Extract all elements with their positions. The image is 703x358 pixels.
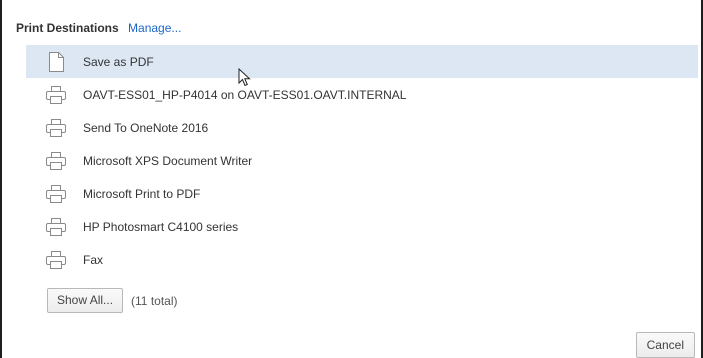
mouse-pointer-icon (238, 68, 251, 87)
destination-item-onenote[interactable]: Send To OneNote 2016 (26, 111, 698, 144)
print-destinations-dialog: Print Destinations Manage... Save as PDF (0, 0, 703, 358)
printer-icon (46, 184, 66, 204)
destination-label: Save as PDF (83, 54, 154, 69)
printer-icon (46, 85, 66, 105)
destination-label: Send To OneNote 2016 (83, 120, 209, 135)
destination-item-print-to-pdf[interactable]: Microsoft Print to PDF (26, 177, 698, 210)
printer-icon (46, 217, 66, 237)
destination-label: Microsoft Print to PDF (83, 186, 201, 201)
destination-item-xps-writer[interactable]: Microsoft XPS Document Writer (26, 144, 698, 177)
printer-icon (46, 118, 66, 138)
cancel-button[interactable]: Cancel (635, 332, 695, 358)
dialog-header: Print Destinations Manage... (16, 21, 181, 35)
manage-link[interactable]: Manage... (128, 21, 181, 35)
pdf-page-icon (46, 51, 66, 72)
total-count: (11 total) (131, 293, 178, 308)
destination-list: Save as PDF OAVT-ESS01_HP-P4014 on OAVT-… (26, 45, 698, 276)
destination-item-oavt-printer[interactable]: OAVT-ESS01_HP-P4014 on OAVT-ESS01.OAVT.I… (26, 78, 698, 111)
printer-icon (46, 250, 66, 270)
destination-label: Microsoft XPS Document Writer (83, 153, 253, 168)
destination-label: OAVT-ESS01_HP-P4014 on OAVT-ESS01.OAVT.I… (83, 87, 407, 102)
destination-item-save-as-pdf[interactable]: Save as PDF (26, 45, 698, 78)
destination-item-fax[interactable]: Fax (26, 243, 698, 276)
destination-label: Fax (83, 252, 104, 267)
show-all-section: Show All... (11 total) (47, 288, 178, 313)
show-all-button[interactable]: Show All... (47, 288, 124, 313)
dialog-title: Print Destinations (16, 21, 119, 35)
printer-icon (46, 151, 66, 171)
destination-item-hp-photosmart[interactable]: HP Photosmart C4100 series (26, 210, 698, 243)
destination-label: HP Photosmart C4100 series (83, 219, 239, 234)
